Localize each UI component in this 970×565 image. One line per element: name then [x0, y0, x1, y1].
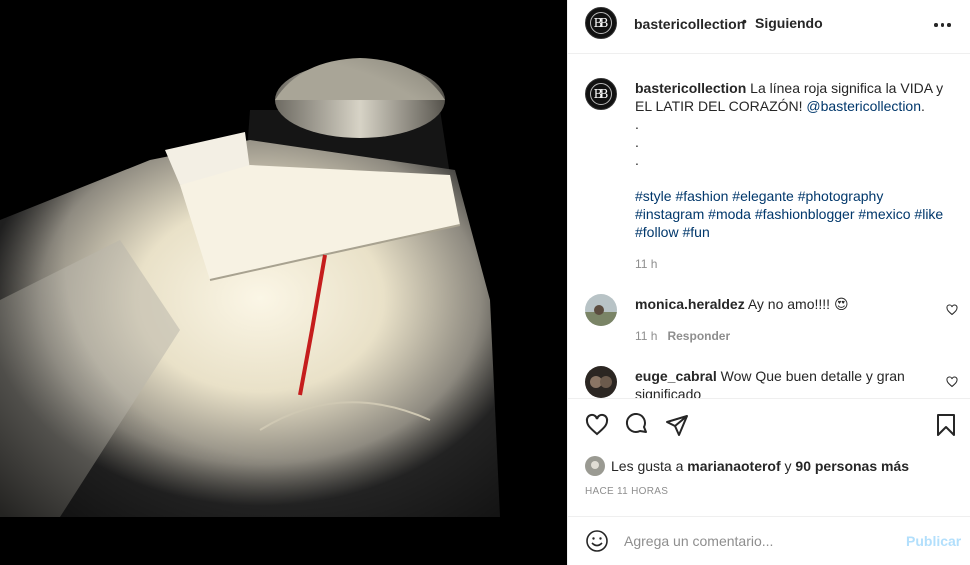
hashtag[interactable]: #elegante	[732, 188, 794, 204]
likes-others[interactable]: 90 personas más	[795, 458, 909, 474]
caption-dot: .	[635, 152, 639, 168]
liker-username[interactable]: marianaoterof	[687, 458, 780, 474]
comment-like-heart-icon[interactable]	[946, 376, 958, 388]
add-comment-bar: Agrega un comentario... Publicar	[568, 516, 970, 565]
separator-dot: •	[742, 13, 747, 29]
post-image	[0, 0, 567, 517]
following-button[interactable]: Siguiendo	[755, 15, 823, 31]
caption-text: bastericollection La línea roja signific…	[635, 79, 955, 273]
reply-button[interactable]: Responder	[667, 329, 730, 343]
hashtag[interactable]: #follow	[635, 224, 679, 240]
liker-avatar[interactable]	[585, 456, 605, 476]
heart-icon[interactable]	[585, 413, 609, 437]
hashtag[interactable]: #like	[914, 206, 943, 222]
caption-avatar[interactable]: BB	[585, 78, 617, 110]
post-header: BB bastericollection • Siguiendo	[568, 0, 970, 54]
share-icon[interactable]	[665, 413, 689, 437]
caption-dot: .	[635, 116, 639, 132]
likes-conjunction: y	[784, 458, 792, 474]
hashtag[interactable]: #photography	[798, 188, 884, 204]
emoji-icon[interactable]	[585, 529, 609, 553]
comment-icon[interactable]	[625, 413, 649, 437]
hashtag[interactable]: #fun	[682, 224, 709, 240]
comment-input[interactable]: Agrega un comentario...	[624, 533, 773, 549]
hashtag[interactable]: #instagram	[635, 206, 704, 222]
comment-time[interactable]: 11 h	[635, 329, 657, 343]
action-bar	[568, 398, 970, 450]
comment-text: monica.heraldez Ay no amo!!!! 😍 11 h Resp…	[635, 295, 925, 345]
post-side-panel: BB bastericollection • Siguiendo BB bast…	[567, 0, 970, 565]
avatar-monogram: BB	[590, 12, 612, 34]
comments-list[interactable]: BB bastericollection La línea roja signi…	[568, 54, 970, 398]
hashtag[interactable]: #fashion	[675, 188, 728, 204]
comment-username[interactable]: monica.heraldez	[635, 296, 745, 312]
comment-body: Ay no amo!!!! 😍	[747, 296, 849, 312]
hashtag[interactable]: #mexico	[858, 206, 910, 222]
caption-dot: .	[635, 134, 639, 150]
likes-summary: Les gusta a marianaoterof y 90 personas …	[585, 456, 909, 476]
commenter-avatar[interactable]	[585, 294, 617, 326]
hashtag[interactable]: #moda	[708, 206, 751, 222]
caption-username[interactable]: bastericollection	[635, 80, 746, 96]
caption-time[interactable]: 11 h	[635, 257, 657, 271]
avatar[interactable]: BB	[585, 7, 617, 39]
hashtag[interactable]: #style	[635, 188, 672, 204]
username-link[interactable]: bastericollection	[634, 16, 745, 32]
likes-prefix: Les gusta a	[611, 458, 684, 474]
post-timestamp[interactable]: HACE 11 HORAS	[585, 486, 668, 497]
comment-username[interactable]: euge_cabral	[635, 368, 717, 384]
caption-mention[interactable]: @bastericollection	[806, 98, 921, 114]
commenter-avatar[interactable]	[585, 366, 617, 398]
avatar-monogram: BB	[590, 83, 612, 105]
caption-mention-suffix: .	[921, 98, 925, 114]
more-options-icon[interactable]	[934, 18, 954, 32]
post-photo[interactable]	[0, 0, 567, 565]
bookmark-icon[interactable]	[934, 413, 958, 437]
publish-button[interactable]: Publicar	[906, 533, 961, 549]
hashtag[interactable]: #fashionblogger	[755, 206, 855, 222]
comment-text: euge_cabral Wow Que buen detalle y gran …	[635, 367, 925, 398]
comment-like-heart-icon[interactable]	[946, 304, 958, 316]
